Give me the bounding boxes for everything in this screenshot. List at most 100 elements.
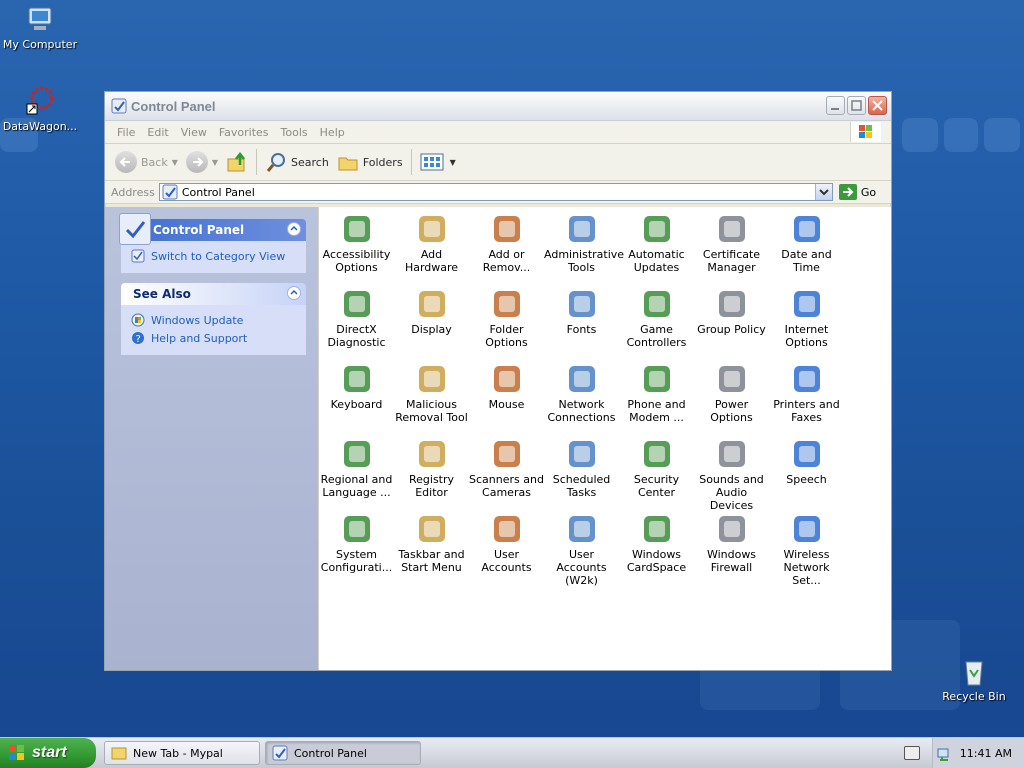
control-panel-item[interactable]: Add or Remov...	[469, 212, 544, 274]
control-panel-item[interactable]: Power Options	[694, 362, 769, 424]
control-panel-item[interactable]: Phone and Modem ...	[619, 362, 694, 424]
add-remove-programs-icon	[490, 212, 524, 246]
desktop-icon-label: DataWagon...	[2, 120, 78, 133]
menu-favorites[interactable]: Favorites	[213, 126, 275, 139]
control-panel-item[interactable]: Mouse	[469, 362, 544, 411]
minimize-button[interactable]	[826, 96, 845, 115]
item-label: Windows CardSpace	[626, 548, 687, 574]
switch-to-category-view-link[interactable]: Switch to Category View	[131, 247, 296, 265]
toolbar-separator	[256, 149, 258, 175]
desktop-icon-my-computer[interactable]: My Computer	[0, 4, 80, 51]
item-label: Display	[411, 323, 452, 336]
control-panel-item[interactable]: DirectX Diagnostic	[319, 287, 394, 349]
control-panel-item[interactable]: Regional and Language ...	[319, 437, 394, 499]
menu-help[interactable]: Help	[314, 126, 351, 139]
link-label: Windows Update	[151, 313, 244, 327]
menu-tools[interactable]: Tools	[275, 126, 314, 139]
close-button[interactable]	[868, 96, 887, 115]
control-panel-item[interactable]: Network Connections	[544, 362, 619, 424]
internet-options-icon	[790, 287, 824, 321]
address-value: Control Panel	[181, 185, 255, 199]
control-panel-item[interactable]: Printers and Faxes	[769, 362, 844, 424]
control-panel-item[interactable]: User Accounts (W2k)	[544, 512, 619, 587]
desktop-icon-datawagon[interactable]: DataWagon...	[0, 86, 80, 133]
control-panel-item[interactable]: Fonts	[544, 287, 619, 336]
control-panel-item[interactable]: Security Center	[619, 437, 694, 499]
control-panel-item[interactable]: User Accounts	[469, 512, 544, 574]
control-panel-section-header[interactable]: Control Panel	[119, 213, 306, 245]
menu-file[interactable]: File	[111, 126, 141, 139]
clock[interactable]: 11:41 AM	[960, 747, 1012, 760]
sound-icon	[715, 437, 749, 471]
collapse-icon[interactable]	[287, 286, 301, 300]
search-button[interactable]: Search	[261, 151, 333, 173]
taskbar-item-control-panel[interactable]: Control Panel	[265, 741, 421, 765]
forward-button[interactable]: ▼	[182, 151, 222, 173]
windows-update-icon	[131, 313, 145, 327]
control-panel-item[interactable]: Speech	[769, 437, 844, 486]
item-label: Regional and Language ...	[320, 473, 393, 499]
network-tray-icon[interactable]	[936, 745, 952, 761]
item-label: Power Options	[710, 398, 753, 424]
phone-modem-icon	[640, 362, 674, 396]
network-icon	[565, 362, 599, 396]
control-panel-item[interactable]: Windows Firewall	[694, 512, 769, 574]
control-panel-item[interactable]: Internet Options	[769, 287, 844, 349]
control-panel-item[interactable]: Automatic Updates	[619, 212, 694, 274]
section-title: See Also	[133, 287, 191, 301]
chevron-down-icon: ▼	[171, 157, 178, 167]
fonts-icon	[565, 287, 599, 321]
cardspace-icon	[640, 512, 674, 546]
control-panel-item[interactable]: Sounds and Audio Devices	[694, 437, 769, 512]
item-label: Sounds and Audio Devices	[699, 473, 764, 512]
item-label: Malicious Removal Tool	[395, 398, 468, 424]
maximize-icon	[851, 100, 862, 111]
control-panel-item[interactable]: Malicious Removal Tool	[394, 362, 469, 424]
control-panel-item[interactable]: Group Policy	[694, 287, 769, 336]
control-panel-item[interactable]: Scheduled Tasks	[544, 437, 619, 499]
control-panel-item[interactable]: Administrative Tools	[544, 212, 624, 274]
help-and-support-link[interactable]: ? Help and Support	[131, 329, 296, 347]
control-panel-item[interactable]: Add Hardware	[394, 212, 469, 274]
collapse-icon[interactable]	[287, 222, 301, 236]
menu-edit[interactable]: Edit	[141, 126, 174, 139]
task-label: New Tab - Mypal	[133, 746, 223, 760]
control-panel-icon	[131, 249, 145, 263]
views-button[interactable]: ▼	[416, 151, 460, 173]
control-panel-item[interactable]: Registry Editor	[394, 437, 469, 499]
control-panel-item[interactable]: Accessibility Options	[319, 212, 394, 274]
control-panel-item[interactable]: Folder Options	[469, 287, 544, 349]
control-panel-item[interactable]: Date and Time	[769, 212, 844, 274]
item-label: Scanners and Cameras	[469, 473, 544, 499]
control-panel-item[interactable]: Display	[394, 287, 469, 336]
address-input[interactable]: Control Panel	[158, 183, 833, 201]
desktop-icon-recycle-bin[interactable]: Recycle Bin	[934, 656, 1014, 703]
control-panel-item[interactable]: Keyboard	[319, 362, 394, 411]
taskbar-item-mypal[interactable]: New Tab - Mypal	[104, 741, 260, 765]
windows-update-link[interactable]: Windows Update	[131, 311, 296, 329]
go-button[interactable]: Go	[838, 184, 876, 200]
control-panel-item[interactable]: Windows CardSpace	[619, 512, 694, 574]
control-panel-item[interactable]: System Configurati...	[319, 512, 394, 574]
control-panel-icon	[119, 213, 151, 245]
see-also-header[interactable]: See Also	[121, 283, 306, 305]
up-button[interactable]	[222, 151, 252, 173]
start-button[interactable]: start	[0, 738, 96, 768]
control-panel-item[interactable]: Game Controllers	[619, 287, 694, 349]
item-label: Scheduled Tasks	[552, 473, 611, 499]
control-panel-item[interactable]: Taskbar and Start Menu	[394, 512, 469, 574]
keyboard-layout-icon[interactable]	[904, 746, 920, 760]
item-label: Add Hardware	[404, 248, 459, 274]
address-dropdown-button[interactable]	[814, 184, 832, 200]
maximize-button[interactable]	[847, 96, 866, 115]
admin-tools-icon	[565, 212, 599, 246]
folders-button[interactable]: Folders	[333, 151, 407, 173]
control-panel-item[interactable]: Certificate Manager	[694, 212, 769, 274]
control-panel-item[interactable]: Wireless Network Set...	[769, 512, 844, 587]
back-button[interactable]: Back ▼	[111, 151, 182, 173]
recycle-bin-icon	[958, 656, 990, 688]
control-panel-item[interactable]: Scanners and Cameras	[469, 437, 544, 499]
minimize-icon	[831, 108, 839, 110]
title-bar[interactable]: Control Panel	[105, 92, 891, 121]
menu-view[interactable]: View	[175, 126, 213, 139]
